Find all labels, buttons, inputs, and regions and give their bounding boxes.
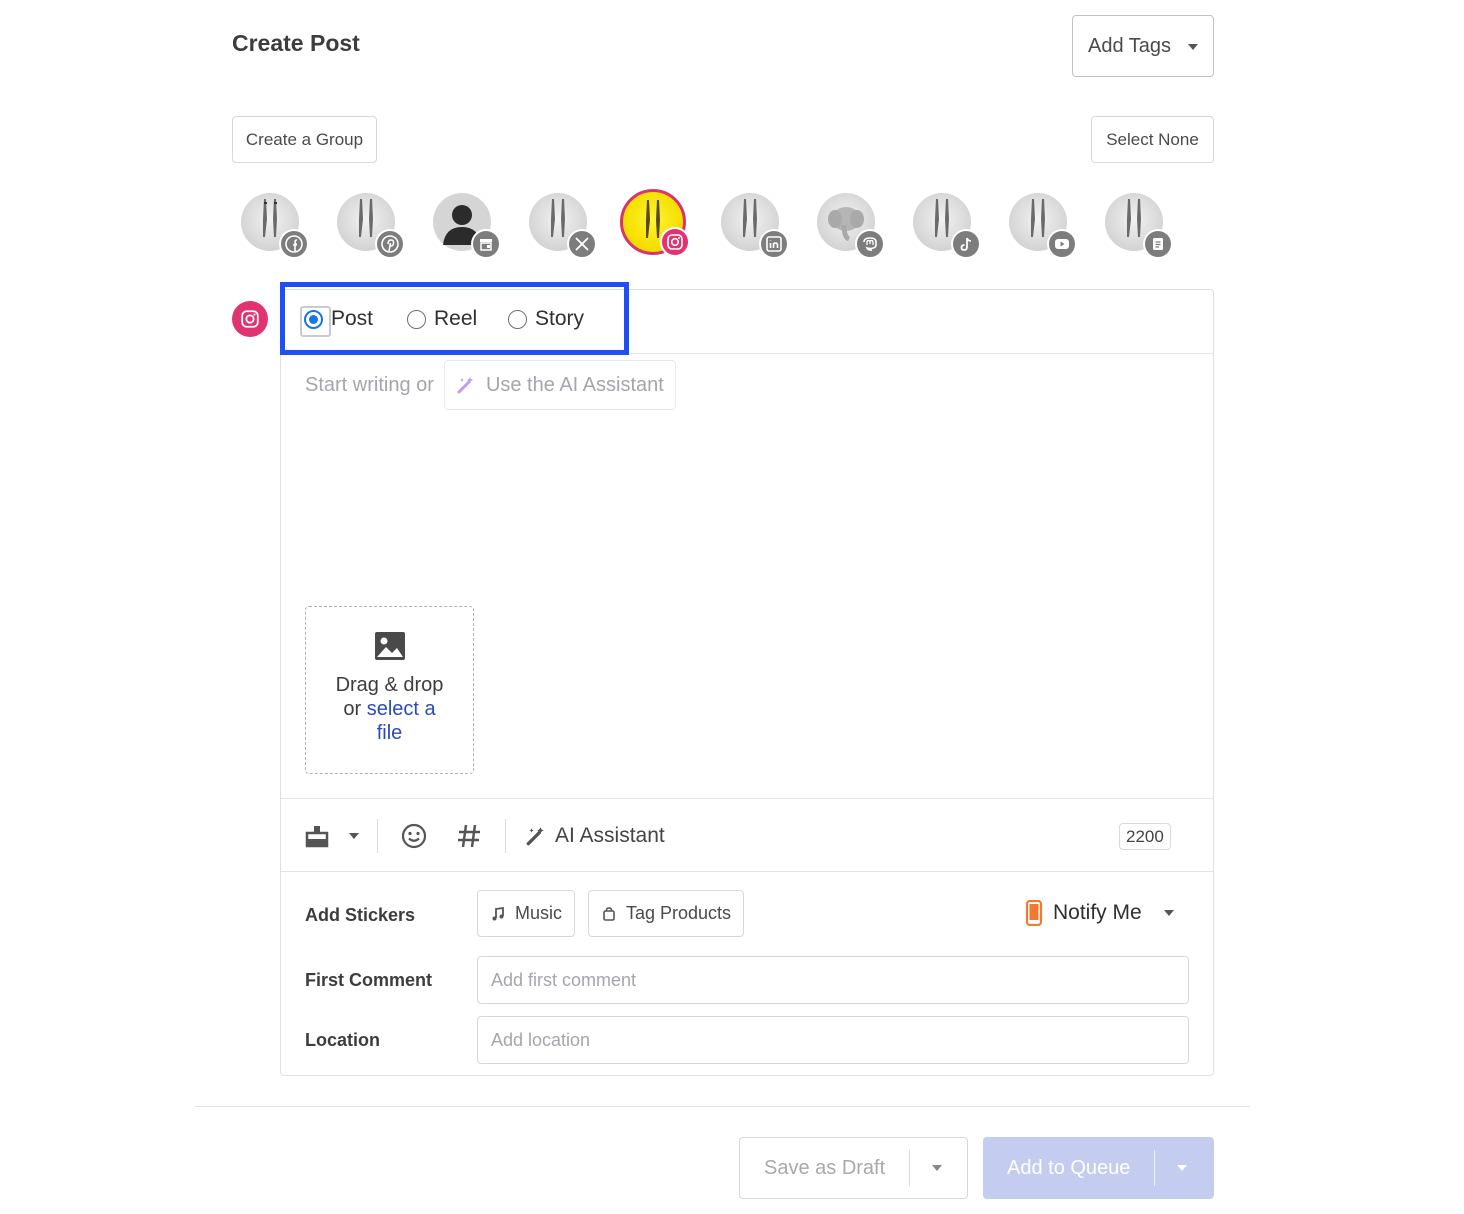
save-draft-dropdown[interactable] xyxy=(910,1138,964,1198)
magic-wand-icon xyxy=(457,377,473,394)
post-type-selector: Post Reel Story xyxy=(281,290,1213,354)
account-avatar-pinterest[interactable] xyxy=(337,193,405,259)
select-none-button[interactable]: Select None xyxy=(1091,116,1214,163)
media-library-dropdown[interactable] xyxy=(349,799,359,873)
profile-photo xyxy=(743,199,757,237)
mastodon-icon xyxy=(855,229,885,259)
account-avatar-x[interactable] xyxy=(529,193,597,259)
post-type-story-option[interactable]: Story xyxy=(508,307,584,331)
profile-photo xyxy=(263,199,277,237)
pinterest-icon xyxy=(375,229,405,259)
footer-divider xyxy=(195,1106,1250,1107)
radio-button[interactable] xyxy=(407,309,426,329)
profile-photo xyxy=(935,199,949,237)
account-avatar-start-page[interactable] xyxy=(1105,193,1173,259)
chevron-down-icon xyxy=(349,833,359,839)
chevron-down-icon xyxy=(1163,910,1174,916)
post-type-label: Story xyxy=(535,307,585,330)
music-label: Music xyxy=(515,903,563,923)
account-avatar-tiktok[interactable] xyxy=(913,193,981,259)
chevron-down-icon xyxy=(932,1165,943,1171)
tag-products-button[interactable]: Tag Products xyxy=(588,890,745,937)
notify-me-dropdown[interactable]: Notify Me xyxy=(1025,893,1174,933)
music-note-icon xyxy=(492,906,504,920)
linkedin-icon xyxy=(759,229,789,259)
ai-assistant-label: AI Assistant xyxy=(555,824,665,847)
select-file-link[interactable]: select a xyxy=(367,698,436,720)
profile-photo xyxy=(359,199,373,237)
ai-assistant-button[interactable]: AI Assistant xyxy=(525,799,665,873)
post-type-reel-option[interactable]: Reel xyxy=(407,307,477,331)
youtube-icon xyxy=(1047,229,1077,259)
account-avatar-instagram[interactable] xyxy=(620,189,690,257)
profile-photo xyxy=(551,199,565,237)
account-avatar-facebook[interactable] xyxy=(241,193,309,259)
media-dropzone[interactable]: Drag & drop or select a file xyxy=(305,606,474,774)
editor-placeholder-text: Start writing or xyxy=(305,373,434,396)
x-icon xyxy=(567,229,597,259)
add-stickers-label: Add Stickers xyxy=(305,905,416,925)
dropzone-text: Drag & drop xyxy=(335,674,444,696)
shopping-bag-icon xyxy=(603,906,615,921)
add-to-queue-button[interactable]: Add to Queue xyxy=(983,1137,1154,1199)
post-type-label: Post xyxy=(331,307,374,330)
notify-me-label: Notify Me xyxy=(1053,901,1142,924)
instagram-channel-icon xyxy=(232,301,268,337)
ai-chip-label: Use the AI Assistant xyxy=(485,373,664,396)
save-draft-split-button: Save as Draft xyxy=(739,1137,968,1199)
add-tags-dropdown[interactable]: Add Tags xyxy=(1072,15,1214,77)
emoji-icon xyxy=(401,823,427,849)
profile-photo xyxy=(1127,199,1141,237)
first-comment-label: First Comment xyxy=(305,970,433,990)
post-composer: Post Reel Story Start writing or Use the… xyxy=(280,289,1214,1076)
add-tags-label: Add Tags xyxy=(1088,34,1172,57)
create-group-button[interactable]: Create a Group xyxy=(232,116,377,163)
profile-photo xyxy=(1031,199,1045,237)
editor-toolbar: AI Assistant 2200 xyxy=(281,798,1213,872)
chevron-down-icon xyxy=(1177,1165,1188,1171)
instagram-icon xyxy=(660,227,690,257)
tag-products-label: Tag Products xyxy=(626,903,732,923)
add-to-queue-split-button: Add to Queue xyxy=(983,1137,1214,1199)
chevron-down-icon xyxy=(1188,44,1198,50)
emoji-button[interactable] xyxy=(401,799,427,873)
select-file-link-continued[interactable]: file xyxy=(306,721,473,745)
toolbar-divider xyxy=(505,819,506,853)
phone-icon xyxy=(1025,900,1043,926)
use-ai-assistant-button[interactable]: Use the AI Assistant xyxy=(443,360,676,410)
image-icon xyxy=(374,632,405,660)
location-input[interactable] xyxy=(477,1016,1189,1064)
tiktok-icon xyxy=(951,229,981,259)
add-to-queue-dropdown[interactable] xyxy=(1155,1137,1209,1199)
button-divider xyxy=(1154,1150,1156,1186)
save-draft-button[interactable]: Save as Draft xyxy=(740,1138,909,1198)
character-count: 2200 xyxy=(1119,823,1171,850)
stack-icon xyxy=(305,826,329,848)
post-type-label: Reel xyxy=(434,307,478,330)
account-avatar-youtube[interactable] xyxy=(1009,193,1077,259)
account-avatar-linkedin[interactable] xyxy=(721,193,789,259)
account-avatar-mastodon[interactable] xyxy=(817,193,885,259)
dropzone-or-text: or xyxy=(343,698,362,720)
radio-button[interactable] xyxy=(508,309,527,329)
editor-placeholder[interactable]: Start writing or Use the AI Assistant xyxy=(305,354,676,416)
start-page-icon xyxy=(1143,229,1173,259)
magic-wand-icon xyxy=(526,827,544,846)
facebook-icon xyxy=(279,229,309,259)
hashtag-button[interactable] xyxy=(456,799,482,873)
toolbar-divider xyxy=(377,819,378,853)
radio-button[interactable] xyxy=(300,305,331,337)
post-type-post-option[interactable]: Post xyxy=(300,305,374,337)
page-title: Create Post xyxy=(232,30,360,56)
media-library-button[interactable] xyxy=(305,799,329,873)
hashtag-icon xyxy=(458,824,480,848)
account-avatar-google-business[interactable] xyxy=(433,193,501,259)
storefront-icon xyxy=(471,229,501,259)
music-sticker-button[interactable]: Music xyxy=(477,890,576,937)
first-comment-input[interactable] xyxy=(477,956,1189,1004)
location-label: Location xyxy=(305,1030,380,1050)
